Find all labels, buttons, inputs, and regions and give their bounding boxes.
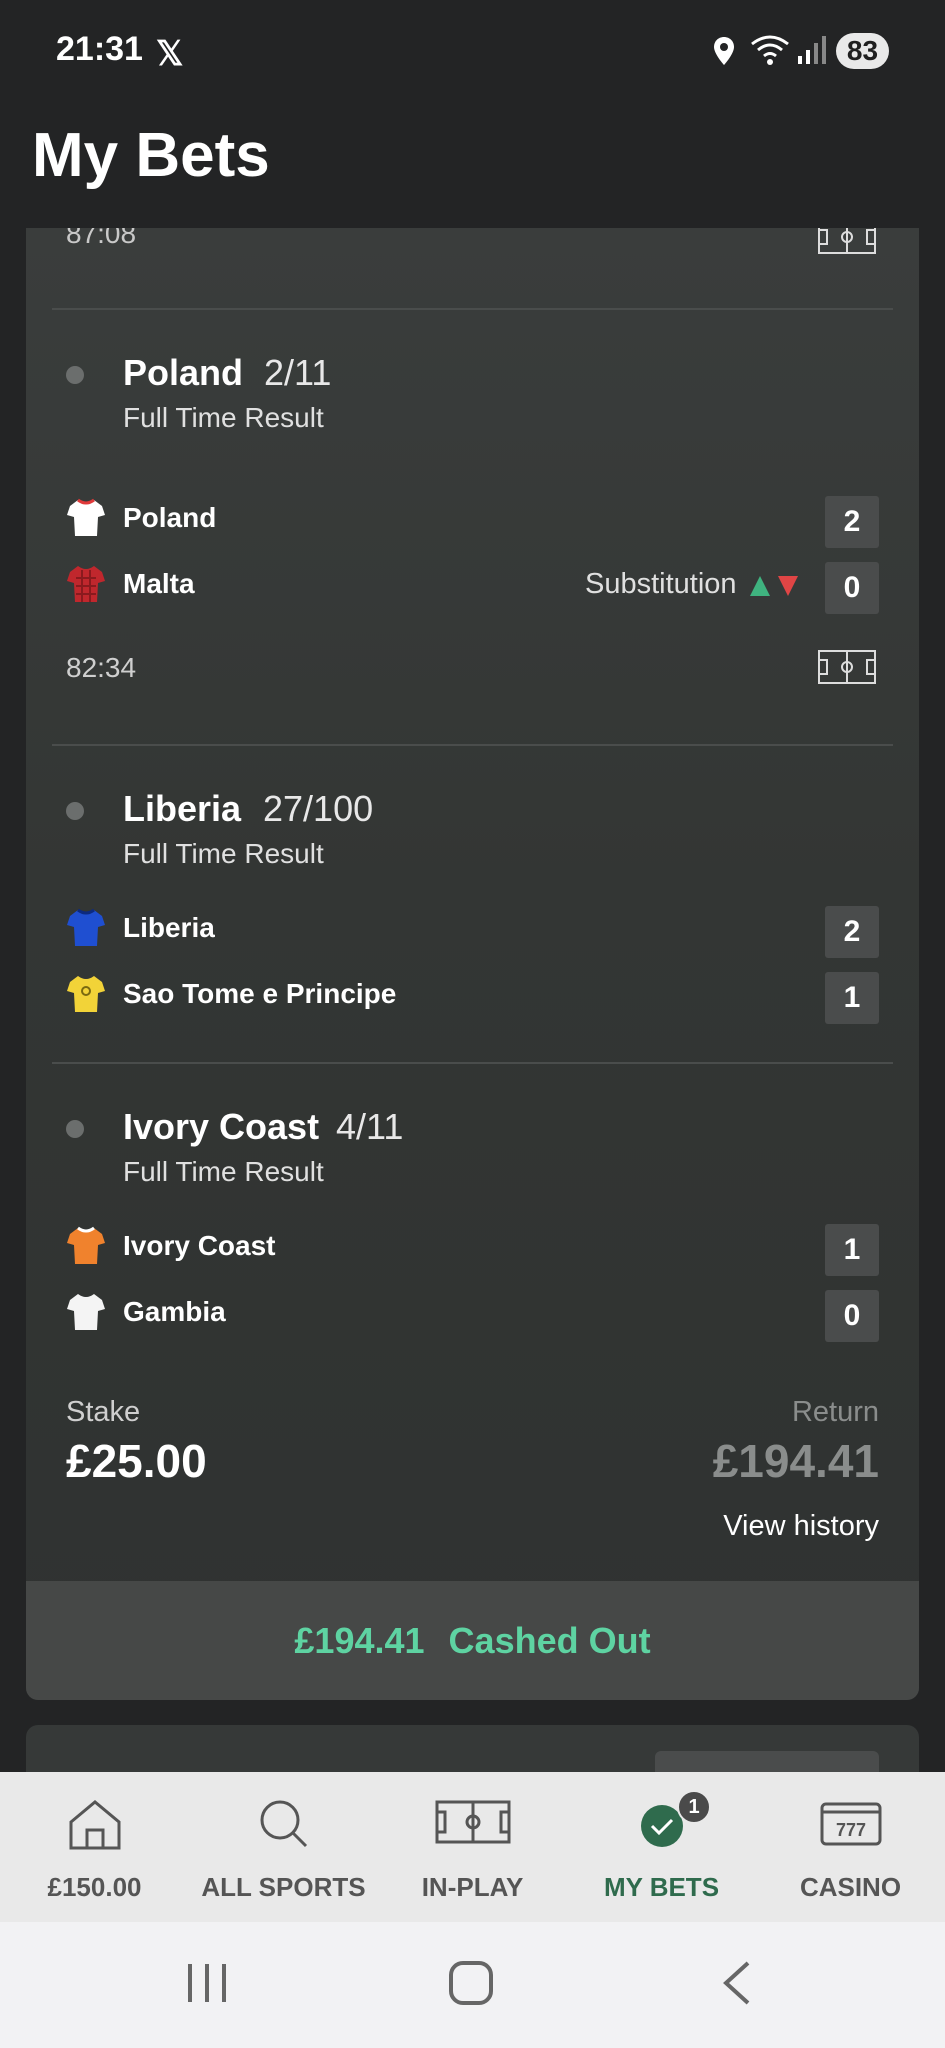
nav-label: MY BETS: [603, 1872, 720, 1902]
team-name: Liberia: [123, 912, 215, 943]
score-box: 0: [825, 562, 879, 614]
divider: [52, 744, 893, 746]
leg-status-dot: [66, 802, 84, 820]
nav-label: £150.00: [47, 1872, 142, 1902]
cashed-out-bar: £194.41 Cashed Out: [26, 1581, 919, 1700]
leg-odds: 27/100: [263, 788, 374, 829]
gambia-shirt-icon: [67, 1294, 105, 1330]
cashout-amount: £194.41: [294, 1620, 425, 1661]
leg-selection: Liberia: [123, 788, 242, 829]
leg-market: Full Time Result: [123, 1156, 324, 1187]
stake-label: Stake: [66, 1396, 141, 1428]
leg-market: Full Time Result: [123, 402, 324, 433]
status-time: 21:31: [56, 30, 143, 68]
return-label: Return: [791, 1396, 879, 1428]
team-name: Ivory Coast: [123, 1230, 276, 1261]
match-clock: 82:34: [66, 652, 137, 683]
match-event: Substitution: [585, 568, 737, 600]
score-box: 2: [825, 496, 879, 548]
ivory-coast-shirt-icon: [67, 1226, 105, 1264]
sao-tome-shirt-icon: [67, 976, 105, 1012]
svg-text:777: 777: [835, 1820, 865, 1840]
bet-card: 87:08 Poland 2/11 Full Time Result Polan…: [26, 228, 919, 1700]
team-name: Poland: [123, 502, 217, 533]
location-icon: [714, 37, 734, 65]
nav-label: CASINO: [799, 1872, 902, 1902]
wifi-icon: [751, 35, 789, 65]
nav-casino[interactable]: 777 CASINO: [756, 1772, 945, 1922]
match-clock: 87:08: [66, 228, 137, 249]
pitch-icon: [435, 1800, 510, 1844]
team-name: Malta: [123, 568, 195, 599]
view-history-link[interactable]: View history: [723, 1510, 879, 1543]
score-box: 0: [825, 1290, 879, 1342]
nav-balance[interactable]: £150.00: [0, 1772, 189, 1922]
back-icon[interactable]: [720, 1960, 752, 2006]
leg-selection: Poland: [123, 352, 244, 393]
leg-market: Full Time Result: [123, 838, 324, 869]
stake-value: £25.00: [66, 1435, 207, 1487]
substitution-arrows-icon: [750, 576, 798, 596]
pitch-icon[interactable]: [818, 650, 876, 684]
score-box: 2: [825, 906, 879, 958]
status-bar: 21:31 𝕏 83: [0, 0, 945, 104]
return-value: £194.41: [712, 1435, 879, 1487]
leg-odds: 2/11: [264, 352, 332, 393]
leg-odds: 4/11: [336, 1106, 404, 1147]
slot-machine-icon: 777: [820, 1802, 881, 1846]
divider: [52, 1062, 893, 1064]
page-header: My Bets: [0, 104, 945, 228]
poland-shirt-icon: [67, 498, 105, 536]
score-box: 1: [825, 1224, 879, 1276]
signal-icon: [798, 36, 826, 64]
pitch-icon[interactable]: [818, 228, 876, 254]
team-name: Sao Tome e Principe: [123, 978, 397, 1009]
leg-status-dot: [66, 1120, 84, 1138]
nav-label: ALL SPORTS: [201, 1872, 366, 1902]
recent-apps-icon[interactable]: [186, 1960, 228, 2006]
nav-in-play[interactable]: IN-PLAY: [378, 1772, 567, 1922]
leg-selection: Ivory Coast: [123, 1106, 320, 1147]
malta-shirt-icon: [67, 566, 105, 602]
leg-status-dot: [66, 366, 84, 384]
system-nav-bar: [0, 1922, 945, 2048]
home-button-icon[interactable]: [448, 1960, 494, 2006]
nav-my-bets[interactable]: 1 MY BETS: [567, 1772, 756, 1922]
page-title: My Bets: [32, 121, 270, 190]
bottom-nav: £150.00 ALL SPORTS IN-PLAY 1 MY BETS 777: [0, 1772, 945, 1922]
cashout-status: Cashed Out: [448, 1620, 651, 1661]
liberia-shirt-icon: [67, 908, 105, 946]
nav-all-sports[interactable]: ALL SPORTS: [189, 1772, 378, 1922]
notification-badge: 1: [677, 1790, 711, 1824]
x-app-icon: 𝕏: [156, 35, 184, 73]
score-box: 1: [825, 972, 879, 1024]
battery-indicator: 83: [836, 33, 889, 69]
team-name: Gambia: [123, 1296, 226, 1327]
divider: [52, 308, 893, 310]
search-icon: [260, 1800, 307, 1848]
nav-label: IN-PLAY: [421, 1872, 524, 1902]
home-icon: [69, 1800, 120, 1850]
